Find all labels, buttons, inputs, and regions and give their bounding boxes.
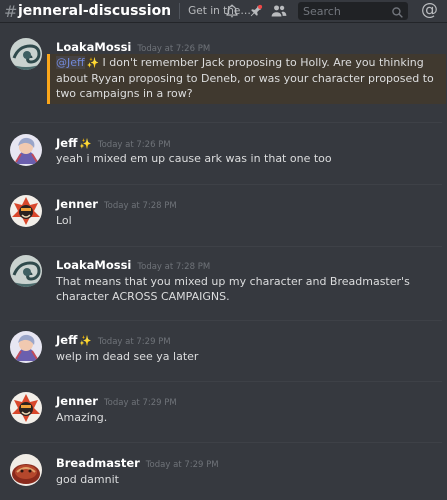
message-text: god damnit xyxy=(56,473,119,486)
avatar-jenner[interactable] xyxy=(10,392,42,424)
sparkle-icon: ✨ xyxy=(79,336,92,347)
search-input[interactable] xyxy=(303,4,383,18)
sparkle-icon: ✨ xyxy=(86,58,100,69)
message-text: @Jeff ✨ I don't remember Jack proposing t… xyxy=(56,56,434,100)
username[interactable]: Breadmaster xyxy=(56,456,140,470)
message-text: That means that you mixed up my characte… xyxy=(56,275,410,303)
members-icon[interactable] xyxy=(270,2,288,20)
sparkle-icon: ✨ xyxy=(79,139,92,150)
header-divider xyxy=(179,3,181,19)
bell-icon[interactable] xyxy=(223,2,241,20)
username[interactable]: Jeff xyxy=(56,136,77,150)
timestamp: Today at 7:29 PM xyxy=(103,398,177,408)
username[interactable]: Jeff xyxy=(56,333,77,347)
timestamp: Today at 7:29 PM xyxy=(97,337,171,347)
message-divider xyxy=(10,184,442,185)
search-icon[interactable] xyxy=(391,4,404,23)
timestamp: Today at 7:28 PM xyxy=(137,262,211,272)
channel-topic[interactable]: Get in the b... xyxy=(188,5,254,17)
username[interactable]: LoakaMossi xyxy=(56,40,131,54)
message-divider xyxy=(10,246,442,247)
mentions-icon[interactable]: @ xyxy=(421,0,438,20)
username[interactable]: LoakaMossi xyxy=(56,258,131,272)
timestamp: Today at 7:28 PM xyxy=(103,201,177,211)
channel-name: jenneral-discussion xyxy=(18,3,172,19)
message-divider xyxy=(10,320,442,321)
message-text: welp im dead see ya later xyxy=(56,350,199,363)
search-bar[interactable] xyxy=(298,2,408,20)
message-divider xyxy=(10,442,442,443)
timestamp: Today at 7:29 PM xyxy=(145,460,219,470)
user-mention[interactable]: @Jeff xyxy=(56,56,85,69)
username[interactable]: Jenner xyxy=(56,197,98,211)
channel-header: # jenneral-discussion Get in the b... @ xyxy=(0,0,447,22)
timestamp: Today at 7:26 PM xyxy=(97,140,171,150)
avatar-loakamossi[interactable] xyxy=(10,38,42,70)
avatar-jeff[interactable] xyxy=(10,134,42,166)
avatar-loakamossi[interactable] xyxy=(10,255,42,287)
message-list: LoakaMossi Today at 7:26 PM @Jeff ✨ I don… xyxy=(0,22,447,500)
message-text: Lol xyxy=(56,214,72,227)
pin-icon[interactable] xyxy=(247,2,265,20)
username[interactable]: Jenner xyxy=(56,394,98,408)
message-divider xyxy=(10,381,442,382)
timestamp: Today at 7:26 PM xyxy=(137,44,211,54)
avatar-jeff[interactable] xyxy=(10,331,42,363)
message-text: Amazing. xyxy=(56,411,108,424)
message-text: yeah i mixed em up cause ark was in that… xyxy=(56,152,332,165)
avatar-jenner[interactable] xyxy=(10,195,42,227)
message-divider xyxy=(10,122,442,123)
hash-icon: # xyxy=(4,1,18,21)
avatar-breadmaster[interactable] xyxy=(10,454,42,486)
